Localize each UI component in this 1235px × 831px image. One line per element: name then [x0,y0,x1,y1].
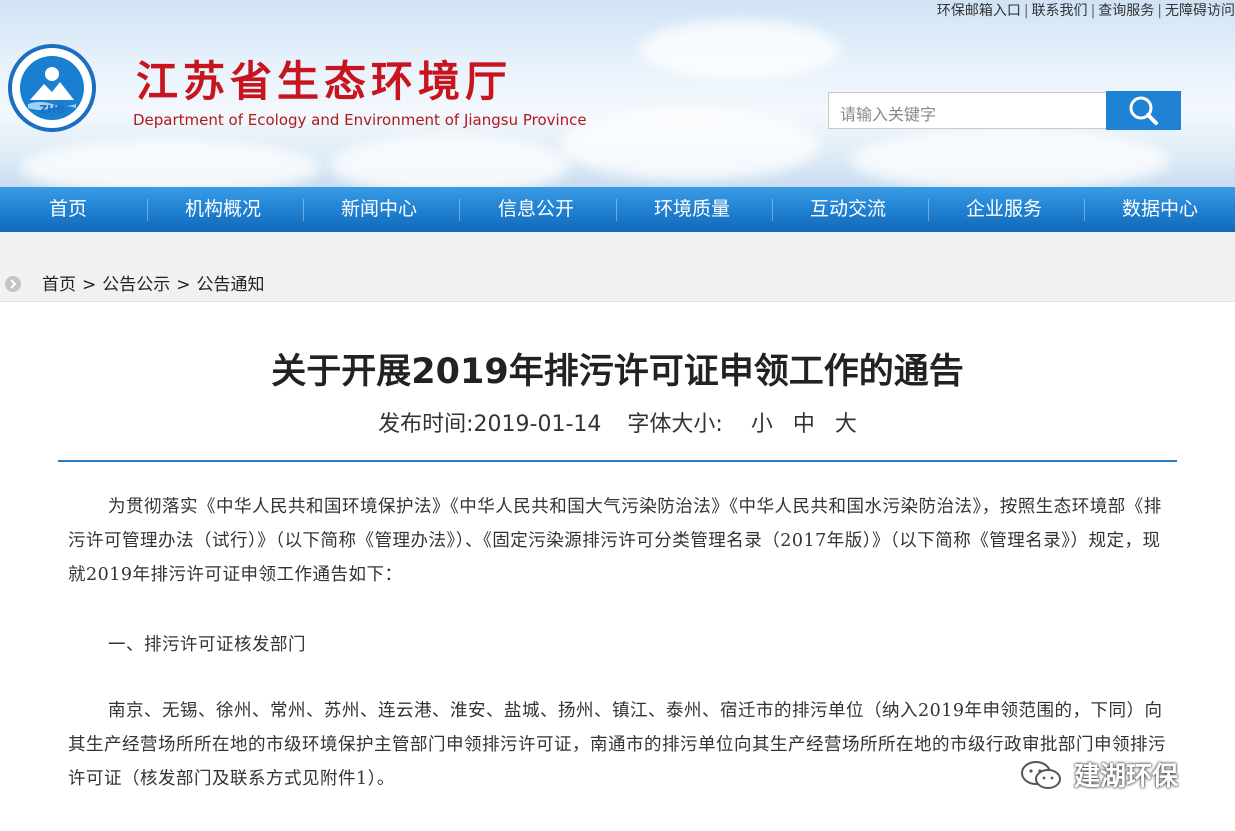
site-header: 环保邮箱入口 | 联系我们 | 查询服务 | 无障碍访问 ZHB 江苏省生态环境厅 Depa… [0,0,1235,187]
nav-item-data[interactable]: 数据中心 [1122,187,1198,232]
nav-divider [459,199,460,221]
font-size-small-button[interactable]: 小 [751,412,773,437]
nav-divider [303,199,304,221]
nav-divider [616,199,617,221]
site-logo[interactable]: ZHB [8,44,96,132]
top-link-contact[interactable]: 联系我们 [1032,3,1088,19]
top-links: 环保邮箱入口 | 联系我们 | 查询服务 | 无障碍访问 [929,0,1235,20]
article-section-heading: 一、排污许可证核发部门 [108,635,306,655]
breadcrumb: 首页 > 公告公示 > 公告通知 [42,270,265,295]
top-link-separator: | [1023,3,1029,19]
wechat-icon [1021,761,1061,789]
cloud-decoration [560,110,820,180]
publish-date: 2019-01-14 [473,412,602,437]
watermark-text: 建湖环保 [1074,762,1179,792]
font-size-medium-button[interactable]: 中 [793,412,815,437]
date-label: 发布时间: [378,412,474,437]
cloud-decoration [330,135,570,187]
search-icon [1129,96,1158,125]
nav-item-info[interactable]: 信息公开 [498,187,574,232]
cloud-decoration [20,140,320,187]
site-subtitle: Department of Ecology and Environment of… [133,111,587,129]
cloud-decoration [640,20,840,80]
breadcrumb-separator: > [176,275,191,295]
site-title: 江苏省生态环境厅 [136,57,513,106]
article-paragraph: 为贯彻落实《中华人民共和国环境保护法》《中华人民共和国大气污染防治法》《中华人民… [68,497,1162,585]
logo-text: ZHB [39,103,65,116]
nav-item-interaction[interactable]: 互动交流 [810,187,886,232]
font-size-label: 字体大小: [627,412,723,437]
nav-item-enterprise[interactable]: 企业服务 [966,187,1042,232]
nav-divider [928,199,929,221]
article-title: 关于开展2019年排污许可证申领工作的通告 [271,352,964,392]
breadcrumb-home[interactable]: 首页 [42,275,76,295]
search-input[interactable]: 请输入关键字 [828,92,1106,129]
breadcrumb-announcements[interactable]: 公告公示 [102,275,170,295]
top-link-mail[interactable]: 环保邮箱入口 [937,3,1021,19]
nav-divider [1084,199,1085,221]
article-meta: 发布时间:2019-01-14 字体大小: 小中大 [0,406,1235,438]
nav-divider [772,199,773,221]
title-divider [58,460,1177,462]
search-button[interactable] [1106,91,1181,130]
nav-item-environment[interactable]: 环境质量 [654,187,730,232]
breadcrumb-arrow-icon [5,276,21,292]
cloud-decoration [850,130,1170,187]
breadcrumb-notices[interactable]: 公告通知 [197,275,265,295]
top-link-separator: | [1157,3,1162,19]
top-link-separator: | [1090,3,1096,19]
nav-item-news[interactable]: 新闻中心 [341,187,417,232]
font-size-large-button[interactable]: 大 [835,412,857,437]
top-link-accessibility[interactable]: 无障碍访问 [1165,3,1235,19]
nav-item-about[interactable]: 机构概况 [185,187,261,232]
nav-divider [147,199,148,221]
article-paragraph: 南京、无锡、徐州、常州、苏州、连云港、淮安、盐城、扬州、镇江、泰州、宿迁市的排污… [68,701,1166,789]
top-link-query[interactable]: 查询服务 [1098,3,1154,19]
main-nav: 首页 机构概况 新闻中心 信息公开 环境质量 互动交流 企业服务 数据中心 [0,187,1235,232]
breadcrumb-separator: > [82,275,97,295]
chevron-right-icon [10,279,17,289]
nav-item-home[interactable]: 首页 [49,187,87,232]
